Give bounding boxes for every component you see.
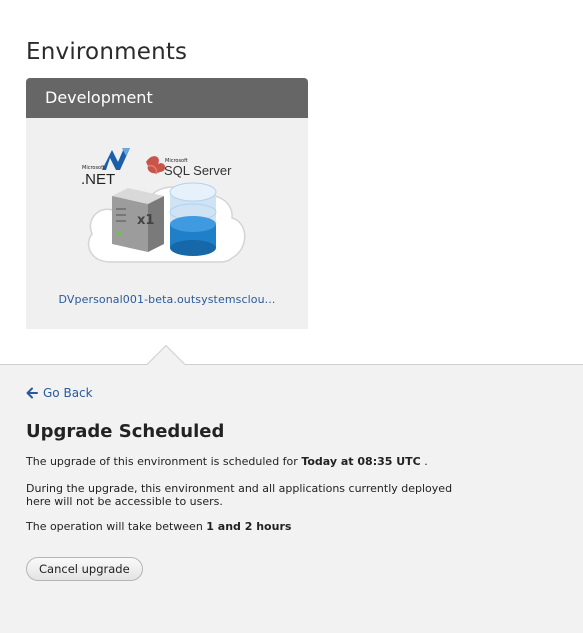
scheduled-time: Today at 08:35 UTC <box>301 455 421 468</box>
sql-server-logo-icon: Microsoft SQL Server <box>146 156 232 178</box>
environment-url-link[interactable]: DVpersonal001-beta.outsystemsclou... <box>26 293 308 306</box>
go-back-link[interactable]: Go Back <box>26 386 93 400</box>
database-icon <box>169 182 217 256</box>
back-arrow-icon <box>26 387 38 399</box>
scheduled-text: The upgrade of this environment is sched… <box>26 455 428 468</box>
cloud-icon <box>87 186 246 263</box>
panel-pointer <box>146 345 186 366</box>
server-icon: x1 <box>112 188 164 252</box>
go-back-label: Go Back <box>43 386 93 400</box>
upgrade-title: Upgrade Scheduled <box>26 421 225 442</box>
warning-text: During the upgrade, this environment and… <box>26 482 453 508</box>
page-title: Environments <box>26 39 188 66</box>
cancel-upgrade-button[interactable]: Cancel upgrade <box>26 557 143 581</box>
svg-text:.NET: .NET <box>82 171 115 188</box>
duration-value: 1 and 2 hours <box>206 520 292 533</box>
svg-text:SQL Server: SQL Server <box>164 163 232 178</box>
environment-stack-illustration: Microsoft .NET Microsoft SQL Server x1 <box>82 148 246 263</box>
dotnet-logo-icon: Microsoft .NET <box>82 148 130 188</box>
environment-card[interactable]: Development Microsoft .NET Microsoft SQL… <box>26 78 308 329</box>
duration-text: The operation will take between 1 and 2 … <box>26 520 292 533</box>
environment-name: Development <box>26 78 308 118</box>
svg-text:x1: x1 <box>137 213 154 228</box>
